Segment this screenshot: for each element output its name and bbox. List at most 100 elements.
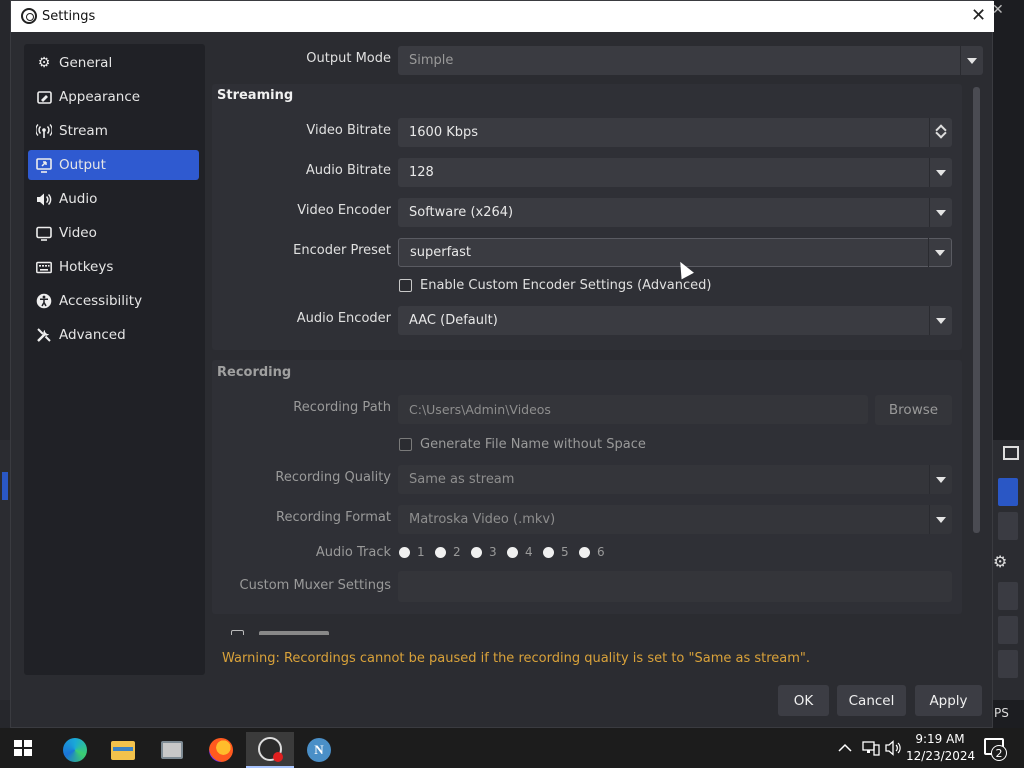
audio-track-radio-3[interactable] xyxy=(471,547,482,558)
browse-button[interactable]: Browse xyxy=(875,395,952,425)
sidebar-item-general[interactable]: ⚙ General xyxy=(28,48,199,78)
streaming-group-title: Streaming xyxy=(217,88,294,103)
audio-bitrate-select[interactable]: 128 xyxy=(398,158,952,187)
video-encoder-label: Video Encoder xyxy=(297,203,391,218)
video-encoder-value: Software (x264) xyxy=(409,205,514,220)
encoder-preset-label: Encoder Preset xyxy=(293,243,391,258)
no-space-label[interactable]: Generate File Name without Space xyxy=(420,437,646,452)
sidebar-item-label: Advanced xyxy=(59,327,126,343)
sidebar-item-label: Output xyxy=(59,157,106,173)
warning-message: Warning: Recordings cannot be paused if … xyxy=(222,651,811,666)
custom-muxer-input[interactable] xyxy=(398,571,952,602)
audio-track-radio-2[interactable] xyxy=(435,547,446,558)
audio-encoder-value: AAC (Default) xyxy=(409,313,498,328)
tools-icon xyxy=(36,327,52,343)
recording-quality-value: Same as stream xyxy=(409,472,515,487)
chevron-down-icon xyxy=(928,238,951,267)
network-icon[interactable] xyxy=(862,728,880,768)
background-active-button xyxy=(998,478,1018,506)
background-button xyxy=(998,582,1018,610)
taskbar-clock[interactable]: 9:19 AM 12/23/2024 xyxy=(906,731,975,765)
chevron-down-icon xyxy=(929,198,952,227)
apply-button[interactable]: Apply xyxy=(915,685,982,716)
file-explorer-icon[interactable] xyxy=(99,732,147,768)
audio-bitrate-label: Audio Bitrate xyxy=(305,163,391,178)
keyboard-icon xyxy=(36,259,52,275)
speaker-icon xyxy=(36,191,52,207)
audio-bitrate-value: 128 xyxy=(409,165,434,180)
disk-icon[interactable] xyxy=(148,732,196,768)
output-mode-label: Output Mode xyxy=(306,51,391,66)
cancel-button[interactable]: Cancel xyxy=(837,685,906,716)
no-space-checkbox[interactable] xyxy=(399,438,412,451)
accessibility-icon xyxy=(36,293,52,309)
audio-track-radio-4[interactable] xyxy=(507,547,518,558)
sidebar-item-label: Stream xyxy=(59,123,108,139)
audio-track-label-2: 2 xyxy=(453,545,461,559)
recording-format-label: Recording Format xyxy=(276,510,391,525)
recording-format-select[interactable]: Matroska Video (.mkv) xyxy=(398,505,952,534)
sidebar-item-output[interactable]: Output xyxy=(28,150,199,180)
scrollbar-thumb[interactable] xyxy=(973,87,980,533)
audio-track-radio-5[interactable] xyxy=(543,547,554,558)
custom-encoder-label[interactable]: Enable Custom Encoder Settings (Advanced… xyxy=(420,278,711,293)
video-bitrate-input[interactable]: 1600 Kbps xyxy=(398,118,952,147)
sidebar-item-appearance[interactable]: Appearance xyxy=(28,82,199,112)
app-n-icon[interactable]: N xyxy=(295,732,343,768)
volume-icon[interactable] xyxy=(885,728,903,768)
sidebar-item-label: General xyxy=(59,55,113,71)
sidebar-item-label: Audio xyxy=(59,191,98,207)
output-mode-select[interactable]: Simple xyxy=(398,46,983,75)
sidebar-item-hotkeys[interactable]: Hotkeys xyxy=(28,252,199,282)
sidebar-item-video[interactable]: Video xyxy=(28,218,199,248)
title-bar: Settings ✕ xyxy=(11,1,994,32)
sidebar-item-accessibility[interactable]: Accessibility xyxy=(28,286,199,316)
audio-track-label-3: 3 xyxy=(489,545,497,559)
sidebar-item-label: Accessibility xyxy=(59,293,143,309)
background-window-icon xyxy=(1003,446,1019,460)
show-hidden-icons-chevron-up-icon[interactable] xyxy=(838,728,852,768)
recording-path-label: Recording Path xyxy=(293,400,391,415)
clock-time: 9:19 AM xyxy=(915,732,965,746)
sidebar-item-audio[interactable]: Audio xyxy=(28,184,199,214)
audio-encoder-label: Audio Encoder xyxy=(296,311,391,326)
video-bitrate-label: Video Bitrate xyxy=(306,123,391,138)
sidebar-item-label: Video xyxy=(59,225,97,241)
audio-track-radio-1[interactable] xyxy=(399,547,410,558)
cutoff-next-group xyxy=(221,629,971,635)
chevron-down-icon xyxy=(929,306,952,335)
recording-quality-select[interactable]: Same as stream xyxy=(398,465,952,494)
audio-track-label: Audio Track xyxy=(315,545,391,560)
obs-icon[interactable] xyxy=(246,732,294,768)
encoder-preset-select[interactable]: superfast xyxy=(398,238,952,267)
background-button xyxy=(998,512,1018,540)
appearance-icon xyxy=(36,89,52,105)
video-encoder-select[interactable]: Software (x264) xyxy=(398,198,952,227)
windows-start-icon[interactable] xyxy=(14,740,32,756)
firefox-icon[interactable] xyxy=(197,732,245,768)
sidebar-item-label: Hotkeys xyxy=(59,259,114,275)
audio-encoder-select[interactable]: AAC (Default) xyxy=(398,306,952,335)
sidebar-item-advanced[interactable]: Advanced xyxy=(28,320,199,350)
audio-track-label-1: 1 xyxy=(417,545,425,559)
chevron-down-icon xyxy=(929,158,952,187)
custom-muxer-label: Custom Muxer Settings xyxy=(239,578,391,593)
recording-group-title: Recording xyxy=(217,365,292,380)
audio-track-radio-6[interactable] xyxy=(579,547,590,558)
edge-icon[interactable] xyxy=(51,732,99,768)
settings-sidebar: ⚙ General Appearance Stream Output Audio… xyxy=(24,44,205,675)
recording-path-value: C:\Users\Admin\Videos xyxy=(409,402,551,417)
audio-track-label-6: 6 xyxy=(597,545,605,559)
output-mode-value: Simple xyxy=(409,53,454,68)
close-icon[interactable]: ✕ xyxy=(971,5,986,26)
window-title: Settings xyxy=(42,9,96,24)
sidebar-item-stream[interactable]: Stream xyxy=(28,116,199,146)
custom-encoder-checkbox[interactable] xyxy=(399,279,412,292)
spinner-arrows-icon[interactable] xyxy=(929,118,952,147)
chevron-down-icon xyxy=(929,465,952,494)
ok-button[interactable]: OK xyxy=(778,685,829,716)
background-gear-icon: ⚙ xyxy=(993,552,1008,571)
recording-path-input[interactable]: C:\Users\Admin\Videos xyxy=(398,395,868,424)
gear-icon: ⚙ xyxy=(37,55,51,71)
taskbar: N 9:19 AM 12/23/2024 2 xyxy=(0,728,1024,768)
